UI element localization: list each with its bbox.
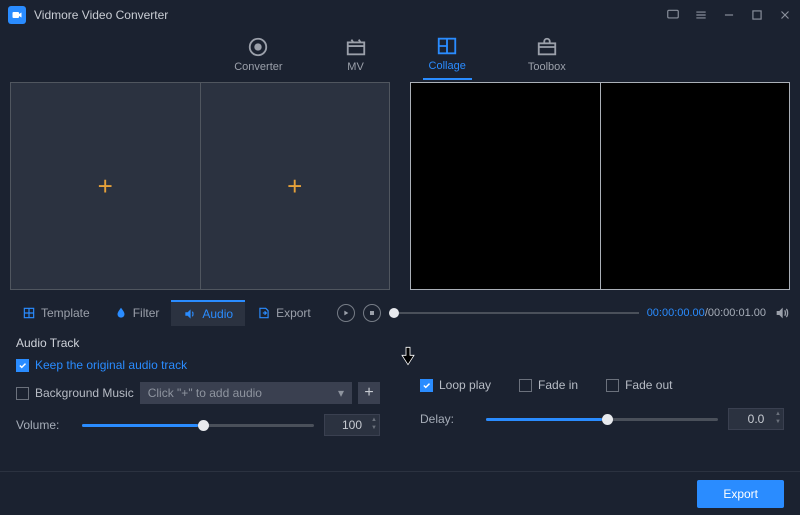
subtab-export[interactable]: Export	[245, 300, 323, 326]
keep-original-row: Keep the original audio track	[16, 358, 380, 372]
subtab-audio[interactable]: Audio	[171, 300, 245, 326]
volume-row: Volume: 100 ▲▼	[16, 414, 380, 436]
nav-item-toolbox[interactable]: Toolbox	[522, 34, 572, 79]
volume-spinner[interactable]: ▲▼	[371, 416, 377, 432]
collage-cell-1[interactable]: +	[11, 83, 201, 289]
nav-item-collage[interactable]: Collage	[423, 33, 472, 80]
keep-original-checkbox[interactable]	[16, 359, 29, 372]
timecode-total: 00:00:01.00	[708, 307, 766, 319]
app-title: Vidmore Video Converter	[34, 8, 666, 22]
subtab-filter[interactable]: Filter	[102, 300, 172, 326]
background-music-row: Background Music Click "+" to add audio …	[16, 382, 380, 404]
loop-play-checkbox[interactable]	[420, 379, 433, 392]
nav-label: Converter	[234, 61, 282, 73]
delay-slider[interactable]	[486, 418, 718, 421]
subtabs-row: Template Filter Audio Export 00:00:00.00…	[0, 300, 800, 326]
delay-knob[interactable]	[602, 414, 613, 425]
fade-out-checkbox[interactable]	[606, 379, 619, 392]
delay-spinner[interactable]: ▲▼	[775, 410, 781, 426]
window-controls	[666, 8, 792, 22]
loop-play-label: Loop play	[439, 378, 491, 392]
playback-options: Loop play Fade in Fade out	[420, 378, 784, 392]
volume-label: Volume:	[16, 418, 72, 432]
timeline-knob[interactable]	[389, 308, 399, 318]
maximize-icon[interactable]	[750, 8, 764, 22]
volume-icon[interactable]	[774, 305, 790, 321]
subtab-template[interactable]: Template	[10, 300, 102, 326]
close-icon[interactable]	[778, 8, 792, 22]
add-media-icon: +	[287, 171, 302, 202]
nav-item-mv[interactable]: MV	[339, 34, 373, 79]
delay-label: Delay:	[420, 412, 476, 426]
volume-slider[interactable]	[82, 424, 314, 427]
subtab-label: Export	[276, 306, 311, 320]
stop-button[interactable]	[363, 304, 381, 322]
subtabs: Template Filter Audio Export	[10, 300, 323, 326]
preview-pane	[410, 82, 790, 294]
fade-out-label: Fade out	[625, 378, 672, 392]
background-music-dropdown[interactable]: Click "+" to add audio	[140, 382, 352, 404]
minimize-icon[interactable]	[722, 8, 736, 22]
nav-label: MV	[347, 61, 364, 73]
main-area: + +	[0, 82, 800, 294]
bottom-bar: Export	[0, 471, 800, 515]
add-audio-button[interactable]: +	[358, 382, 380, 404]
volume-value[interactable]: 100 ▲▼	[324, 414, 380, 436]
menu-icon[interactable]	[694, 8, 708, 22]
background-music-checkbox[interactable]	[16, 387, 29, 400]
preview-cell-1	[411, 83, 601, 289]
timecode: 00:00:00.00/00:00:01.00	[647, 307, 766, 319]
preview-grid	[410, 82, 790, 290]
nav-label: Collage	[429, 60, 466, 72]
app-logo	[8, 6, 26, 24]
volume-knob[interactable]	[198, 420, 209, 431]
subtab-label: Filter	[133, 306, 160, 320]
delay-value[interactable]: 0.0 ▲▼	[728, 408, 784, 430]
play-button[interactable]	[337, 304, 355, 322]
fade-in-checkbox[interactable]	[519, 379, 532, 392]
timeline-slider[interactable]	[389, 312, 639, 314]
subtab-label: Audio	[202, 307, 233, 321]
collage-editor: + +	[10, 82, 390, 294]
add-media-icon: +	[98, 171, 113, 202]
nav-item-converter[interactable]: Converter	[228, 34, 288, 79]
collage-cell-2[interactable]: +	[201, 83, 390, 289]
fade-in-label: Fade in	[538, 378, 578, 392]
player-controls: 00:00:00.00/00:00:01.00	[337, 304, 790, 322]
export-button[interactable]: Export	[697, 480, 784, 508]
feedback-icon[interactable]	[666, 8, 680, 22]
timecode-current: 00:00:00.00	[647, 307, 705, 319]
audio-panel: Audio Track Keep the original audio trac…	[0, 326, 800, 436]
background-music-label: Background Music	[35, 386, 134, 400]
titlebar: Vidmore Video Converter	[0, 0, 800, 30]
collage-grid: + +	[10, 82, 390, 290]
keep-original-label: Keep the original audio track	[35, 358, 187, 372]
preview-cell-2	[601, 83, 790, 289]
nav-label: Toolbox	[528, 61, 566, 73]
subtab-label: Template	[41, 306, 90, 320]
dropdown-placeholder: Click "+" to add audio	[148, 386, 262, 400]
annotation-arrow-icon	[400, 346, 416, 369]
top-nav: Converter MV Collage Toolbox	[0, 30, 800, 82]
delay-row: Delay: 0.0 ▲▼	[420, 408, 784, 430]
